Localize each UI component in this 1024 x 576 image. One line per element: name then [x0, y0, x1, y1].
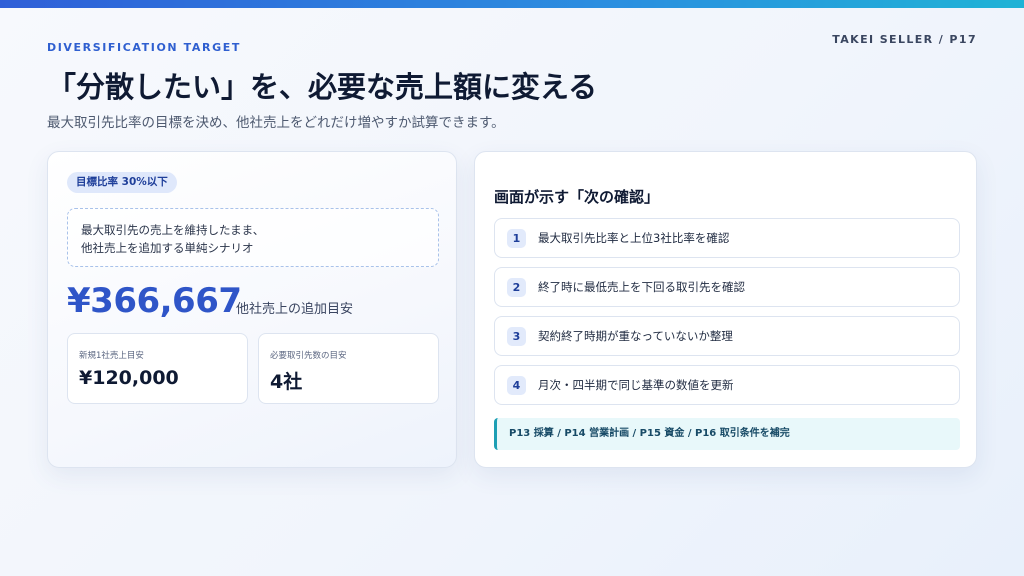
- page-subtitle: 最大取引先比率の目標を決め、他社売上をどれだけ増やすか試算できます。: [47, 115, 505, 131]
- target-simulation-card: 目標比率 30%以下 最大取引先の売上を維持したまま、 他社売上を追加する単純シ…: [47, 151, 457, 468]
- next-checks-heading: 画面が示す「次の確認」: [494, 188, 660, 206]
- check-item: 1 最大取引先比率と上位3社比率を確認: [494, 218, 960, 258]
- top-accent-bar: [0, 0, 1024, 8]
- check-text: 最大取引先比率と上位3社比率を確認: [538, 231, 730, 245]
- stat-new-client-sales: 新規1社売上目安 ¥120,000: [67, 333, 248, 404]
- additional-sales-amount: ¥366,667: [67, 281, 242, 321]
- stat-label: 必要取引先数の目安: [270, 351, 347, 361]
- next-checks-card: 画面が示す「次の確認」 1 最大取引先比率と上位3社比率を確認 2 終了時に最低…: [474, 151, 977, 468]
- eyebrow-label: DIVERSIFICATION TARGET: [47, 41, 241, 54]
- stat-required-clients: 必要取引先数の目安 4社: [258, 333, 439, 404]
- scenario-line: 他社売上を追加する単純シナリオ: [81, 241, 254, 255]
- check-item: 4 月次・四半期で同じ基準の数値を更新: [494, 365, 960, 405]
- check-number: 4: [507, 376, 526, 395]
- check-text: 月次・四半期で同じ基準の数値を更新: [538, 378, 734, 392]
- check-text: 契約終了時期が重なっていないか整理: [538, 329, 733, 343]
- check-number: 2: [507, 278, 526, 297]
- page-tag: TAKEI SELLER / P17: [832, 33, 977, 46]
- stat-value: 4社: [270, 371, 303, 393]
- check-item: 2 終了時に最低売上を下回る取引先を確認: [494, 267, 960, 307]
- additional-sales-caption: 他社売上の追加目安: [236, 302, 354, 317]
- stat-value: ¥120,000: [79, 367, 179, 389]
- target-ratio-badge: 目標比率 30%以下: [67, 172, 177, 193]
- check-item: 3 契約終了時期が重なっていないか整理: [494, 316, 960, 356]
- stat-label: 新規1社売上目安: [79, 351, 144, 361]
- check-number: 1: [507, 229, 526, 248]
- check-number: 3: [507, 327, 526, 346]
- check-text: 終了時に最低売上を下回る取引先を確認: [538, 280, 745, 294]
- related-pages-note: P13 採算 / P14 営業計画 / P15 資金 / P16 取引条件を補完: [494, 418, 960, 450]
- scenario-description: 最大取引先の売上を維持したまま、 他社売上を追加する単純シナリオ: [67, 208, 439, 267]
- scenario-line: 最大取引先の売上を維持したまま、: [81, 223, 265, 237]
- page-title: 「分散したい」を、必要な売上額に変える: [47, 70, 598, 104]
